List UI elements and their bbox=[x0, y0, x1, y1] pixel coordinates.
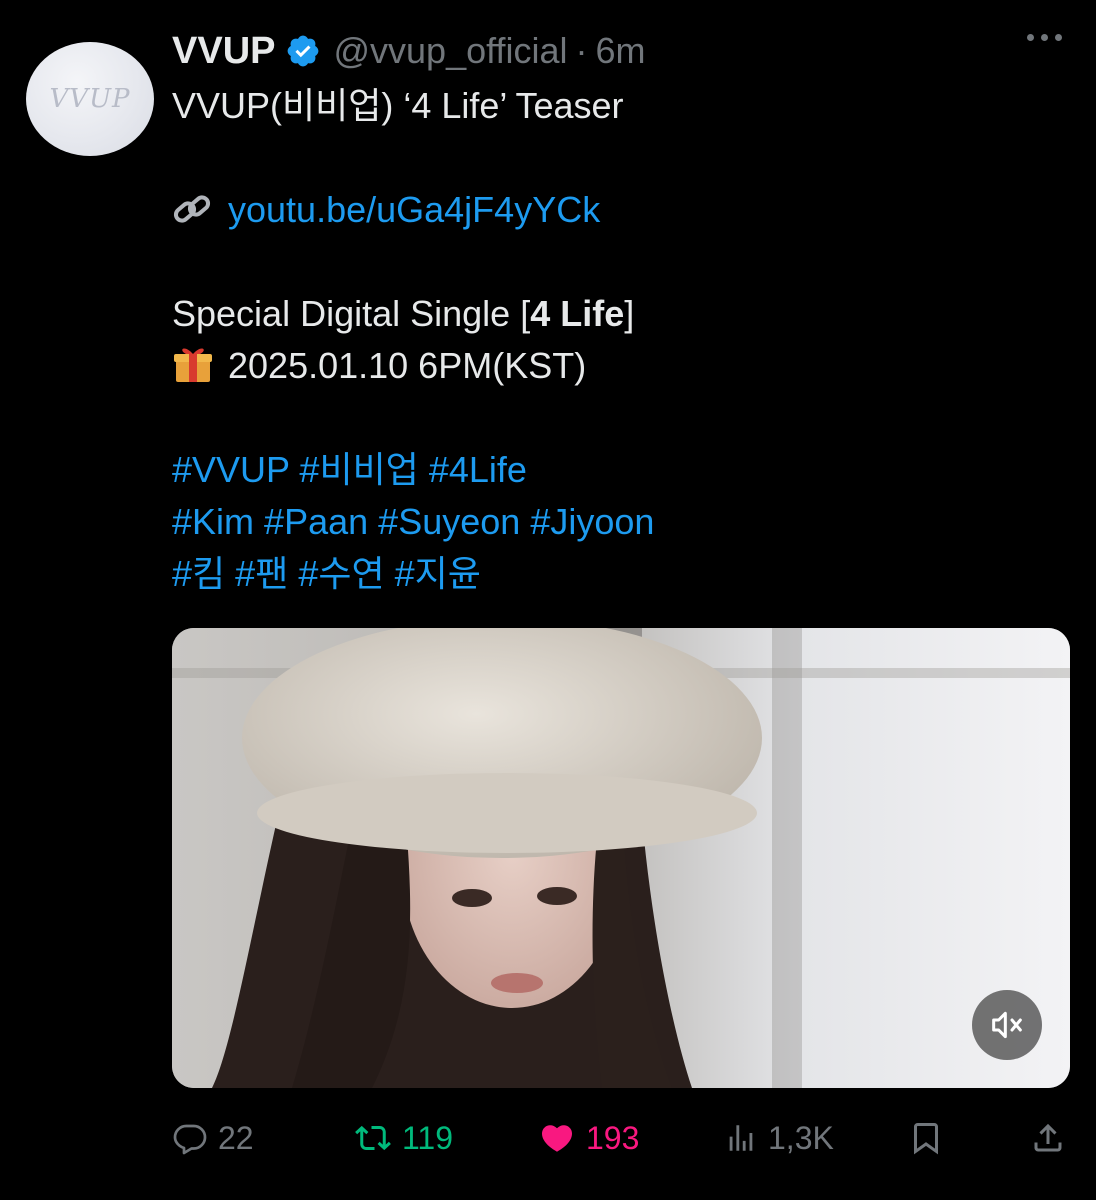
hashtag[interactable]: #Suyeon bbox=[378, 501, 520, 542]
hashtag[interactable]: #Jiyoon bbox=[530, 501, 654, 542]
retweet-icon bbox=[355, 1125, 391, 1151]
reply-count: 22 bbox=[218, 1119, 254, 1156]
share-icon bbox=[1034, 1123, 1062, 1152]
more-options-icon[interactable] bbox=[1027, 34, 1062, 41]
hashtag[interactable]: #수연 bbox=[298, 553, 384, 594]
release-date-line: 2025.01.10 6PM(KST) bbox=[172, 340, 1052, 392]
tweet-actions: 22 119 193 1,3K bbox=[172, 1110, 1070, 1166]
display-name[interactable]: VVUP bbox=[172, 30, 275, 73]
muted-speaker-icon bbox=[992, 1011, 1022, 1039]
gift-icon bbox=[172, 344, 214, 382]
bookmark-icon bbox=[914, 1123, 938, 1155]
tweet-header: VVUP @vvup_official · 6m bbox=[172, 26, 1062, 76]
reply-button[interactable]: 22 bbox=[172, 1120, 254, 1157]
hashtag[interactable]: #VVUP bbox=[172, 449, 289, 490]
heart-icon bbox=[541, 1125, 573, 1152]
like-button[interactable]: 193 bbox=[538, 1120, 639, 1157]
single-line: Special Digital Single [4 Life] bbox=[172, 288, 1052, 340]
single-suffix: ] bbox=[624, 293, 635, 334]
hashtag[interactable]: #비비업 bbox=[299, 449, 418, 490]
avatar-logo-text: VVUP bbox=[49, 84, 131, 114]
youtube-link[interactable]: youtu.be/uGa4jF4yYCk bbox=[228, 189, 600, 230]
reply-bubble-icon bbox=[173, 1124, 207, 1155]
link-line: youtu.be/uGa4jF4yYCk bbox=[172, 184, 1052, 236]
views-chart-icon bbox=[729, 1125, 753, 1151]
verified-badge-icon[interactable] bbox=[285, 33, 321, 69]
single-title: 4 Life bbox=[530, 293, 625, 334]
user-handle[interactable]: @vvup_official bbox=[333, 30, 567, 72]
video-player[interactable] bbox=[172, 628, 1070, 1088]
views-button[interactable]: 1,3K bbox=[724, 1120, 834, 1157]
video-frame bbox=[172, 628, 1070, 1088]
link-icon bbox=[172, 190, 214, 226]
hashtag[interactable]: #Kim bbox=[172, 501, 254, 542]
hashtag[interactable]: #팬 bbox=[235, 553, 288, 594]
hashtag[interactable]: #킴 bbox=[172, 553, 225, 594]
hashtag[interactable]: #지윤 bbox=[395, 553, 481, 594]
avatar[interactable]: VVUP bbox=[26, 42, 154, 156]
hashtag-line-1: #VVUP #비비업 #4Life bbox=[172, 444, 1052, 496]
release-date: 2025.01.10 6PM(KST) bbox=[228, 345, 587, 386]
tweet-title: VVUP(비비업) ‘4 Life’ Teaser bbox=[172, 85, 624, 126]
timestamp[interactable]: 6m bbox=[595, 30, 645, 72]
hashtag-line-2: #Kim #Paan #Suyeon #Jiyoon bbox=[172, 496, 1052, 548]
bookmark-button[interactable] bbox=[908, 1120, 954, 1156]
mute-toggle-button[interactable] bbox=[972, 990, 1042, 1060]
share-button[interactable] bbox=[1030, 1120, 1076, 1156]
retweet-button[interactable]: 119 bbox=[354, 1120, 453, 1157]
retweet-count: 119 bbox=[402, 1119, 454, 1156]
views-count: 1,3K bbox=[768, 1119, 834, 1156]
hashtag[interactable]: #4Life bbox=[429, 449, 527, 490]
like-count: 193 bbox=[586, 1119, 640, 1156]
hashtag-line-3: #킴 #팬 #수연 #지윤 bbox=[172, 548, 1052, 600]
single-prefix: Special Digital Single [ bbox=[172, 293, 531, 334]
separator-dot: · bbox=[575, 30, 588, 71]
hashtag[interactable]: #Paan bbox=[264, 501, 368, 542]
tweet-text: VVUP(비비업) ‘4 Life’ Teaser youtu.be/uGa4j… bbox=[172, 80, 1052, 600]
